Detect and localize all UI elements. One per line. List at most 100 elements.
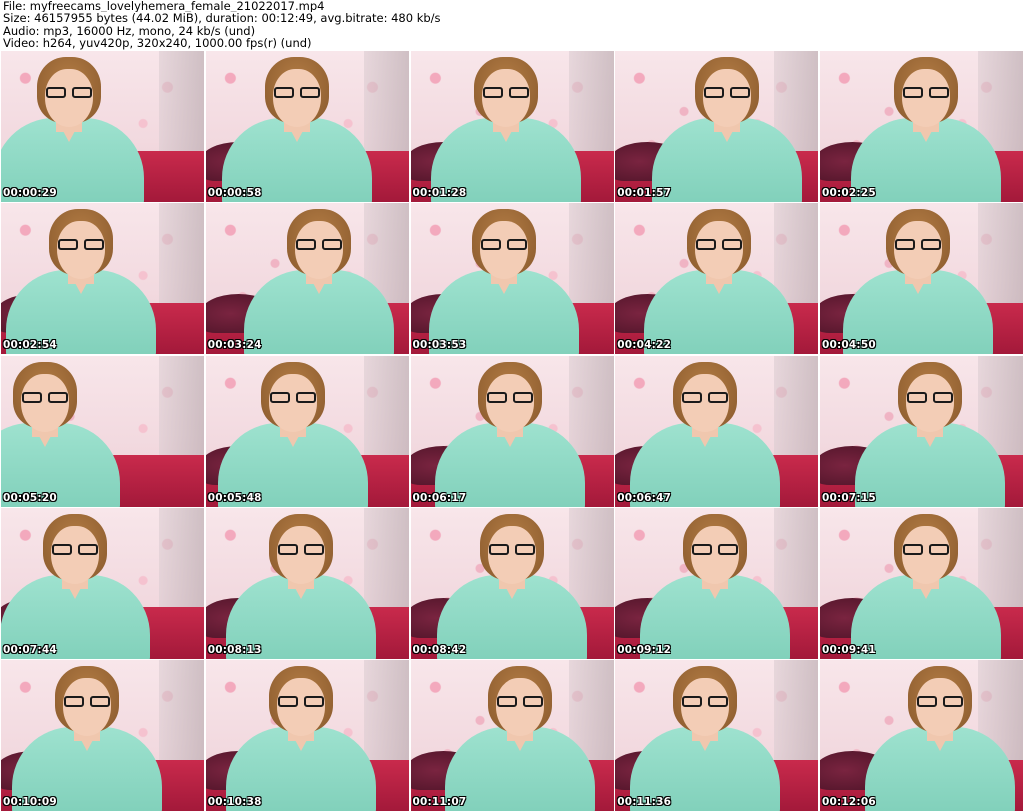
file-name-line: File: myfreecams_lovelyhemera_female_210… — [3, 0, 325, 13]
person-figure — [419, 660, 614, 811]
glasses-icon — [485, 391, 535, 404]
timestamp-label: 00:03:53 — [412, 339, 467, 352]
person-figure — [218, 203, 409, 355]
glasses-icon — [487, 543, 537, 556]
thumbnail-frame: 00:07:15 — [820, 355, 1023, 507]
glasses-icon — [901, 543, 951, 556]
glasses-icon — [905, 391, 955, 404]
person-figure — [625, 51, 818, 202]
person-figure — [615, 660, 806, 811]
thumbnail-frame: 00:09:12 — [615, 507, 819, 659]
person-figure — [1, 508, 176, 659]
glasses-icon — [479, 239, 529, 251]
person-figure — [411, 203, 606, 355]
glasses-icon — [680, 696, 730, 708]
glasses-icon — [276, 543, 326, 556]
timestamp-label: 00:01:57 — [617, 187, 672, 199]
thumbnail-frame: 00:01:57 — [615, 51, 819, 202]
timestamp-label: 00:04:50 — [822, 339, 876, 352]
person-figure — [411, 508, 614, 659]
timestamp-label: 00:12:06 — [822, 796, 876, 808]
glasses-icon — [495, 696, 545, 708]
thumbnail-frame: 00:05:20 — [1, 355, 204, 507]
timestamp-label: 00:05:48 — [207, 491, 262, 504]
glasses-icon — [20, 391, 70, 404]
thumbnail-frame: 00:01:28 — [410, 51, 614, 202]
thumbnail-frame: 00:12:06 — [820, 660, 1023, 811]
timestamp-label: 00:08:13 — [207, 643, 262, 656]
glasses-icon — [276, 696, 326, 708]
thumbnail-frame: 00:10:09 — [1, 660, 204, 811]
timestamp-label: 00:06:17 — [412, 491, 467, 504]
timestamp-label: 00:04:22 — [617, 339, 672, 352]
timestamp-label: 00:02:54 — [3, 339, 57, 352]
thumbnail-frame: 00:04:22 — [615, 203, 819, 355]
glasses-icon — [702, 87, 752, 99]
video-info-line: Video: h264, yuv420p, 320x240, 1000.00 f… — [3, 37, 312, 50]
person-figure — [411, 356, 612, 507]
timestamp-label: 00:10:09 — [3, 796, 57, 808]
glasses-icon — [62, 696, 112, 708]
person-figure — [206, 508, 403, 659]
glasses-icon — [50, 543, 100, 556]
glasses-icon — [268, 391, 318, 404]
glasses-icon — [294, 239, 344, 251]
person-figure — [615, 508, 816, 659]
timestamp-label: 00:01:28 — [412, 187, 467, 199]
person-figure — [820, 203, 1019, 355]
thumbnail-frame: 00:10:38 — [205, 660, 409, 811]
thumbnail-frame: 00:07:44 — [1, 507, 204, 659]
timestamp-label: 00:06:47 — [617, 491, 672, 504]
glasses-icon — [901, 87, 951, 99]
timestamp-label: 00:08:42 — [412, 643, 467, 656]
thumbnail-frame: 00:00:29 — [1, 51, 204, 202]
glasses-icon — [694, 239, 744, 251]
thumbnail-frame: 00:02:54 — [1, 203, 204, 355]
timestamp-label: 00:02:25 — [822, 187, 876, 199]
person-figure — [828, 356, 1023, 507]
timestamp-label: 00:09:41 — [822, 643, 876, 656]
person-figure — [1, 51, 170, 202]
thumbnail-frame: 00:08:42 — [410, 507, 614, 659]
thumbnail-frame: 00:03:53 — [410, 203, 614, 355]
timestamp-label: 00:09:12 — [617, 643, 672, 656]
timestamp-label: 00:07:15 — [822, 491, 876, 504]
timestamp-label: 00:00:58 — [207, 187, 262, 199]
timestamp-label: 00:10:38 — [207, 796, 262, 808]
timestamp-label: 00:05:20 — [3, 491, 57, 504]
person-figure — [1, 203, 182, 355]
person-figure — [206, 660, 403, 811]
glasses-icon — [893, 239, 943, 251]
timestamp-label: 00:00:29 — [3, 187, 57, 199]
person-figure — [1, 660, 188, 811]
person-figure — [824, 508, 1023, 659]
thumbnail-frame: 00:09:41 — [820, 507, 1023, 659]
person-figure — [838, 660, 1023, 811]
file-info-header: File: myfreecams_lovelyhemera_female_210… — [3, 0, 1021, 50]
timestamp-label: 00:03:24 — [207, 339, 262, 352]
thumbnail-frame: 00:00:58 — [205, 51, 409, 202]
timestamp-label: 00:11:36 — [617, 796, 672, 808]
thumbnail-frame: 00:11:07 — [410, 660, 614, 811]
contact-sheet: File: myfreecams_lovelyhemera_female_210… — [0, 0, 1024, 811]
person-figure — [824, 51, 1023, 202]
thumbnail-frame: 00:06:47 — [615, 355, 819, 507]
thumbnail-grid: 00:00:29 00:00:58 00:01:28 00:01:57 00:02:25… — [1, 51, 1023, 811]
thumbnail-frame: 00:05:48 — [205, 355, 409, 507]
person-figure — [1, 356, 146, 507]
glasses-icon — [680, 391, 730, 404]
file-size-line: Size: 46157955 bytes (44.02 MiB), durati… — [3, 12, 441, 25]
glasses-icon — [44, 87, 94, 99]
timestamp-label: 00:07:44 — [3, 643, 57, 656]
thumbnail-frame: 00:11:36 — [615, 660, 819, 811]
person-figure — [615, 356, 806, 507]
timestamp-label: 00:11:07 — [412, 796, 467, 808]
thumbnail-frame: 00:03:24 — [205, 203, 409, 355]
person-figure — [206, 356, 395, 507]
person-figure — [617, 203, 818, 355]
thumbnail-frame: 00:06:17 — [410, 355, 614, 507]
glasses-icon — [690, 543, 740, 556]
person-figure — [206, 51, 399, 202]
person-figure — [411, 51, 608, 202]
glasses-icon — [915, 696, 965, 708]
